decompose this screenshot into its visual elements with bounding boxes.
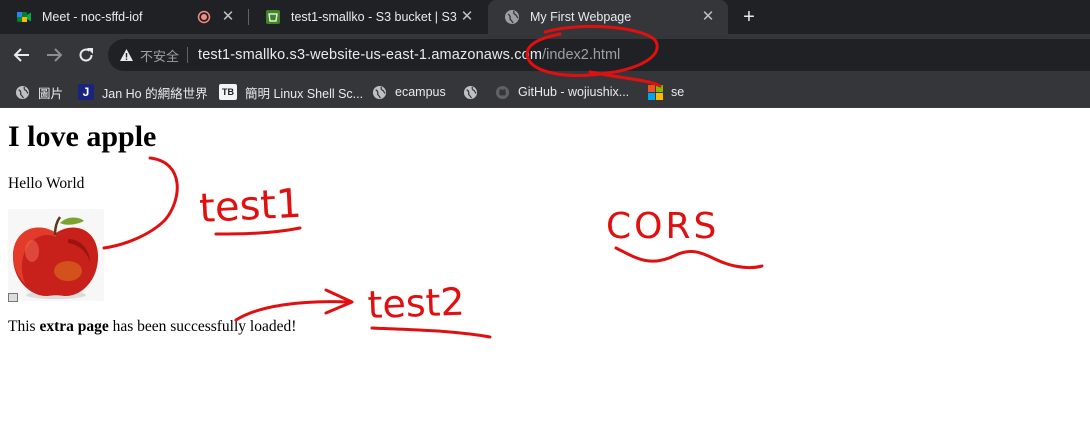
recording-icon: [196, 9, 212, 25]
message-start: This: [8, 318, 40, 335]
reload-icon: [79, 48, 93, 62]
page-heading: I love apple: [8, 120, 157, 153]
globe-icon: [504, 9, 520, 25]
tab-meet[interactable]: Meet - noc-sffd-iof ✕: [0, 0, 248, 34]
forward-button[interactable]: [42, 43, 66, 67]
loaded-message: This extra page has been successfully lo…: [8, 318, 296, 336]
bookmark-label: se: [671, 85, 685, 99]
bookmark-label: Jan Ho 的網絡世界: [102, 86, 208, 101]
greeting-text: Hello World: [8, 175, 85, 192]
message-bold: extra page: [39, 318, 109, 335]
github-icon: [494, 84, 510, 100]
bookmark-ecampus[interactable]: ecampus: [371, 82, 446, 102]
navigation-toolbar: 不安全 test1-smallko.s3-website-us-east-1.a…: [0, 34, 1090, 76]
bookmark-label: 簡明 Linux Shell Sc...: [245, 86, 364, 101]
tab-close-icon[interactable]: ✕: [220, 9, 236, 25]
tab-close-icon[interactable]: ✕: [459, 9, 475, 25]
google-meet-icon: [16, 9, 32, 25]
bookmark-untitled[interactable]: [462, 82, 486, 102]
not-secure-label[interactable]: 不安全: [140, 46, 179, 65]
globe-icon: [371, 84, 387, 100]
microsoft-logo-icon: [647, 84, 663, 100]
tb-logo-icon: TB: [219, 84, 237, 100]
globe-icon: [14, 84, 30, 100]
tab-my-first-webpage[interactable]: My First Webpage ✕: [488, 0, 728, 34]
tab-close-icon[interactable]: ✕: [700, 9, 716, 25]
tab-strip: Meet - noc-sffd-iof ✕ test1-smallko - S3…: [0, 0, 1090, 34]
broken-image-icon: [8, 293, 18, 302]
bookmark-label: 圖片: [38, 86, 64, 101]
warning-icon[interactable]: [118, 47, 134, 63]
bookmark-label: GitHub - wojiushix...: [518, 85, 630, 99]
tab-title: Meet - noc-sffd-iof: [42, 10, 143, 24]
back-button[interactable]: [10, 43, 34, 67]
tab-s3-bucket[interactable]: test1-smallko - S3 bucket | S3 ✕: [249, 0, 487, 34]
bookmarks-bar: 圖片 J Jan Ho 的網絡世界 TB 簡明 Linux Shell Sc..…: [0, 76, 1090, 108]
bookmark-jan-ho[interactable]: J Jan Ho 的網絡世界: [78, 82, 208, 102]
s3-bucket-icon: [265, 9, 281, 25]
reload-button[interactable]: [74, 43, 98, 67]
j-logo-icon: J: [78, 84, 94, 100]
arrow-right-icon: [47, 48, 63, 62]
bookmark-se[interactable]: se: [647, 82, 684, 102]
web-page-content: I love apple Hello World This extra page…: [0, 108, 1090, 434]
omnibox-divider: [187, 47, 189, 63]
url-path: /index2.html: [542, 47, 621, 63]
bookmark-github[interactable]: GitHub - wojiushix...: [494, 82, 629, 102]
bookmark-label: ecampus: [395, 85, 446, 99]
url-host: test1-smallko.s3-website-us-east-1.amazo…: [198, 47, 543, 63]
arrow-left-icon: [13, 48, 29, 62]
bookmark-images[interactable]: 圖片: [14, 82, 63, 102]
bookmark-linux-shell[interactable]: TB 簡明 Linux Shell Sc...: [219, 82, 363, 102]
address-bar[interactable]: 不安全 test1-smallko.s3-website-us-east-1.a…: [108, 39, 1090, 71]
new-tab-button[interactable]: +: [738, 6, 760, 28]
message-end: has been successfully loaded!: [108, 318, 297, 335]
apple-image: [8, 209, 104, 301]
globe-icon: [462, 84, 478, 100]
tab-title: My First Webpage: [530, 10, 632, 24]
tab-title: test1-smallko - S3 bucket | S3: [291, 10, 457, 24]
